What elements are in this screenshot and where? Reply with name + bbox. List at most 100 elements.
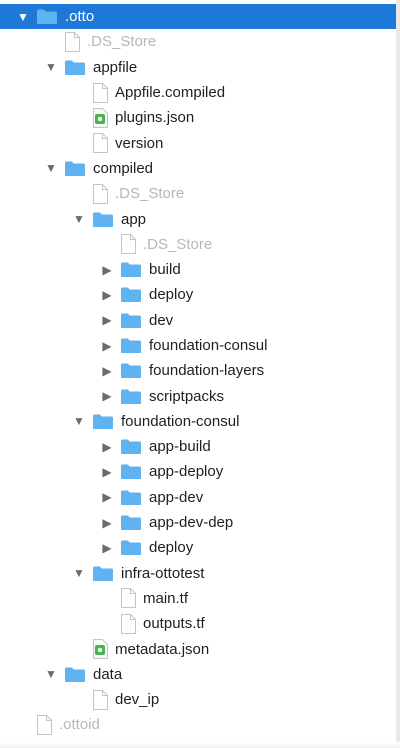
file-row[interactable]: metadata.json: [0, 636, 400, 661]
file-row[interactable]: .DS_Store: [0, 29, 400, 54]
item-label: dev_ip: [115, 691, 160, 709]
disclosure-collapsed-icon[interactable]: ▶: [100, 313, 114, 327]
item-label: .otto: [65, 8, 95, 26]
item-icon-wrap: [36, 8, 65, 25]
item-label: main.tf: [143, 589, 189, 607]
folder-row[interactable]: ▶ app-build: [0, 434, 400, 459]
folder-icon: [121, 515, 141, 531]
folder-icon: [121, 363, 141, 379]
item-icon-wrap: [120, 337, 149, 354]
item-icon-wrap: [64, 59, 93, 76]
folder-row[interactable]: ▶ build: [0, 257, 400, 282]
file-row[interactable]: .DS_Store: [0, 181, 400, 206]
folder-icon: [37, 9, 57, 25]
folder-row[interactable]: ▼ app: [0, 206, 400, 231]
disclosure-collapsed-icon[interactable]: ▶: [100, 364, 114, 378]
file-row[interactable]: Appfile.compiled: [0, 80, 400, 105]
disclosure-expanded-icon[interactable]: ▼: [44, 667, 58, 681]
folder-icon: [121, 439, 141, 455]
folder-row[interactable]: ▼ infra-ottotest: [0, 561, 400, 586]
disclosure-expanded-icon[interactable]: ▼: [72, 566, 86, 580]
scrollbar[interactable]: [396, 0, 400, 748]
item-label: scriptpacks: [149, 387, 225, 405]
item-label: version: [115, 134, 164, 152]
file-row[interactable]: plugins.json: [0, 105, 400, 130]
folder-icon: [93, 212, 113, 227]
disclosure-expanded-icon[interactable]: ▼: [16, 10, 30, 24]
folder-icon: [121, 287, 141, 303]
disclosure-collapsed-icon[interactable]: ▶: [100, 339, 114, 353]
item-icon-wrap: [120, 588, 143, 609]
item-icon-wrap: [92, 413, 121, 430]
item-label: deploy: [149, 286, 194, 304]
file-row[interactable]: .DS_Store: [0, 232, 400, 257]
item-label: foundation-consul: [149, 337, 268, 354]
disclosure-collapsed-icon[interactable]: ▶: [100, 465, 114, 479]
item-icon-wrap: [120, 286, 149, 303]
item-icon-wrap: [120, 489, 149, 506]
file-row[interactable]: outputs.tf: [0, 611, 400, 636]
folder-row[interactable]: ▶ dev: [0, 308, 400, 333]
disclosure-collapsed-icon[interactable]: ▶: [100, 389, 114, 403]
item-icon-wrap: [120, 438, 149, 455]
folder-row[interactable]: ▶ deploy: [0, 282, 400, 307]
folder-row[interactable]: ▼ foundation-consul: [0, 409, 400, 434]
item-icon-wrap: [120, 388, 149, 405]
item-icon-wrap: [92, 565, 121, 582]
file-row[interactable]: .ottoid: [0, 712, 400, 737]
disclosure-expanded-icon[interactable]: ▼: [72, 414, 86, 428]
file-tree: ▼ .otto .DS_Store ▼ appfile Appfile.compiled p…: [0, 4, 400, 738]
item-icon-wrap: [120, 514, 149, 531]
item-icon-wrap: [120, 234, 143, 255]
disclosure-collapsed-icon[interactable]: ▶: [100, 516, 114, 530]
folder-icon: [121, 490, 141, 505]
item-icon-wrap: [92, 211, 121, 228]
folder-icon: [93, 414, 113, 429]
item-icon-wrap: [92, 107, 115, 128]
file-row[interactable]: main.tf: [0, 586, 400, 611]
document-icon: [93, 183, 108, 204]
document-icon: [121, 588, 136, 609]
item-label: deploy: [149, 539, 194, 557]
folder-icon: [65, 667, 85, 682]
file-row[interactable]: version: [0, 130, 400, 155]
item-icon-wrap: [120, 312, 149, 329]
item-label: appfile: [93, 58, 138, 76]
item-label: foundation-consul: [121, 412, 240, 430]
folder-row[interactable]: ▼ compiled: [0, 156, 400, 181]
disclosure-collapsed-icon[interactable]: ▶: [100, 541, 114, 555]
file-row[interactable]: dev_ip: [0, 687, 400, 712]
item-label: plugins.json: [115, 109, 195, 127]
disclosure-collapsed-icon[interactable]: ▶: [100, 490, 114, 504]
folder-icon: [65, 161, 85, 176]
next-row-cutoff: [0, 742, 400, 748]
folder-row[interactable]: ▼ appfile: [0, 55, 400, 80]
folder-row[interactable]: ▶ app-dev: [0, 485, 400, 510]
folder-icon: [121, 389, 141, 404]
disclosure-expanded-icon[interactable]: ▼: [44, 161, 58, 175]
folder-row[interactable]: ▼ data: [0, 662, 400, 687]
folder-row[interactable]: ▶ foundation-consul: [0, 333, 400, 358]
item-label: .DS_Store: [143, 235, 213, 253]
disclosure-collapsed-icon[interactable]: ▶: [100, 288, 114, 302]
disclosure-collapsed-icon[interactable]: ▶: [100, 440, 114, 454]
folder-icon: [121, 262, 141, 278]
folder-row[interactable]: ▶ app-dev-dep: [0, 510, 400, 535]
json-file-icon: [93, 107, 108, 128]
folder-row[interactable]: ▶ scriptpacks: [0, 383, 400, 408]
folder-row[interactable]: ▶ deploy: [0, 535, 400, 560]
item-icon-wrap: [120, 463, 149, 480]
item-label: app-build: [149, 438, 211, 456]
folder-row[interactable]: ▶ foundation-layers: [0, 358, 400, 383]
item-label: app-dev: [149, 488, 204, 506]
disclosure-collapsed-icon[interactable]: ▶: [100, 263, 114, 277]
item-icon-wrap: [64, 31, 87, 52]
folder-icon: [121, 313, 141, 328]
disclosure-expanded-icon[interactable]: ▼: [44, 60, 58, 74]
item-icon-wrap: [64, 160, 93, 177]
item-label: foundation-layers: [149, 362, 265, 380]
disclosure-expanded-icon[interactable]: ▼: [72, 212, 86, 226]
document-icon: [121, 613, 136, 634]
folder-row[interactable]: ▶ app-deploy: [0, 459, 400, 484]
folder-row[interactable]: ▼ .otto: [0, 4, 400, 30]
